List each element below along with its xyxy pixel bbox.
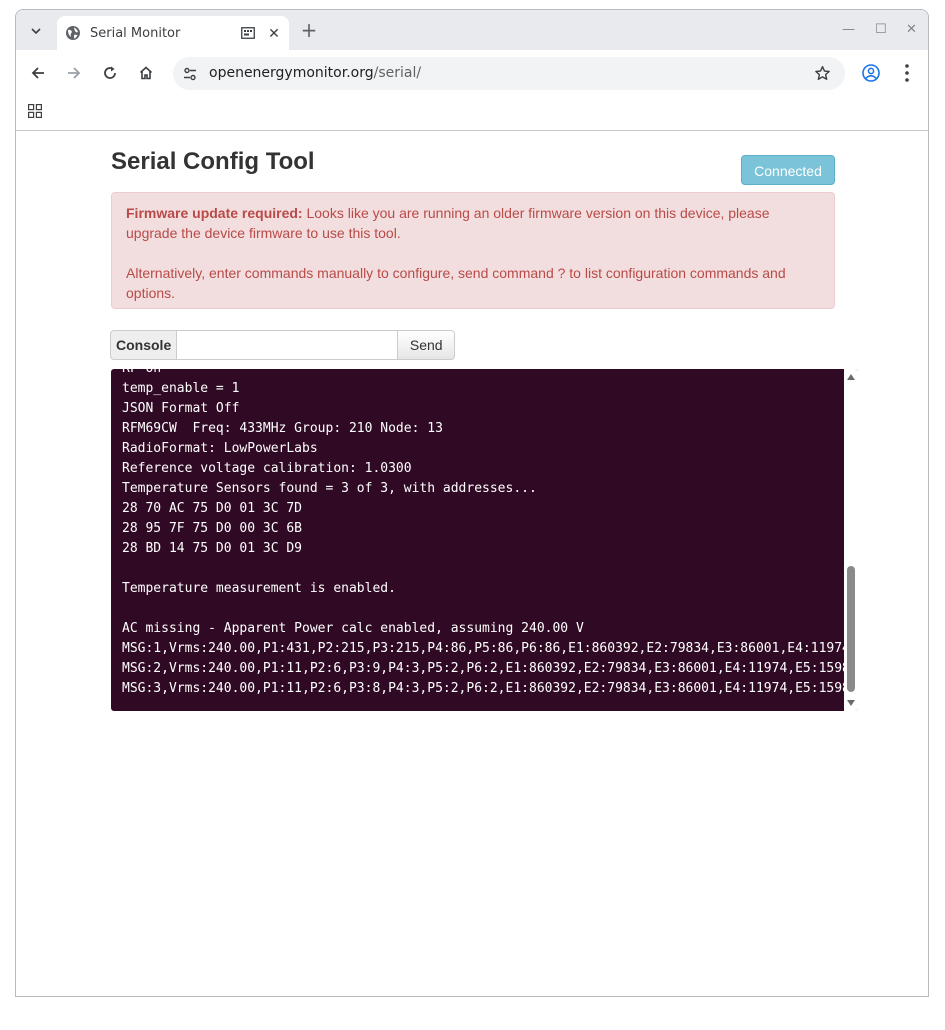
home-icon[interactable] — [135, 62, 157, 84]
firmware-alert: Firmware update required: Looks like you… — [111, 192, 835, 309]
url-text: openenergymonitor.org/serial/ — [209, 65, 421, 81]
console-row: Console Send — [110, 330, 456, 360]
serial-output-line: temp_enable = 1 — [122, 381, 240, 396]
tab-search-chevron-icon[interactable] — [22, 18, 50, 44]
tab-strip: Serial Monitor ✕ + — ☐ ✕ — [16, 10, 928, 50]
serial-output-line — [122, 559, 844, 579]
media-router-icon[interactable] — [241, 27, 255, 39]
connected-button[interactable]: Connected — [741, 155, 835, 185]
profile-icon[interactable] — [862, 64, 880, 82]
scrollbar[interactable] — [844, 369, 858, 711]
serial-output-line: 28 95 7F 75 D0 00 3C 6B — [122, 521, 303, 536]
serial-output-line: RFM69CW Freq: 433MHz Group: 210 Node: 13 — [122, 421, 443, 436]
serial-output-line: Temperature Sensors found = 3 of 3, with… — [122, 481, 537, 496]
console-input[interactable] — [177, 330, 398, 360]
url-path: /serial/ — [373, 65, 422, 81]
serial-output-line: RadioFormat: LowPowerLabs — [122, 441, 318, 456]
scroll-down-arrow-icon[interactable] — [847, 700, 855, 706]
serial-output-line: Temperature measurement is enabled. — [122, 581, 396, 596]
back-arrow-icon[interactable] — [27, 62, 49, 84]
new-tab-button[interactable]: + — [299, 20, 319, 40]
globe-icon — [66, 26, 80, 40]
reload-icon[interactable] — [99, 62, 121, 84]
serial-output-line: 28 70 AC 75 D0 01 3C 7D — [122, 501, 303, 516]
console-label: Console — [110, 330, 178, 360]
serial-output-line: JSON Format Off — [122, 401, 240, 416]
tab-serial-monitor[interactable]: Serial Monitor ✕ — [57, 16, 289, 50]
forward-arrow-icon[interactable] — [63, 62, 85, 84]
serial-output-line: Reference voltage calibration: 1.0300 — [122, 461, 412, 476]
bookmark-star-icon[interactable] — [814, 65, 831, 82]
page-title: Serial Config Tool — [111, 148, 315, 175]
serial-output[interactable]: RF on temp_enable = 1 JSON Format Off RFM69… — [111, 369, 858, 711]
browser-window: Serial Monitor ✕ + — ☐ ✕ openenergymonit… — [15, 9, 929, 997]
site-settings-icon[interactable] — [182, 66, 198, 82]
scrollbar-thumb[interactable] — [847, 566, 855, 692]
alert-message: Firmware update required: Looks like you… — [126, 203, 820, 243]
page-content: Serial Config Tool Connected Firmware up… — [16, 131, 928, 996]
address-bar[interactable]: openenergymonitor.org/serial/ — [173, 57, 845, 90]
send-button[interactable]: Send — [397, 330, 456, 360]
tab-close-icon[interactable]: ✕ — [267, 25, 281, 42]
serial-output-line: AC missing - Apparent Power calc enabled… — [122, 621, 584, 636]
maximize-icon[interactable]: ☐ — [875, 22, 887, 37]
alert-strong: Firmware update required: — [126, 205, 303, 221]
minimize-icon[interactable]: — — [842, 22, 855, 37]
serial-output-line: MSG:3,Vrms:240.00,P1:11,P2:6,P3:8,P4:3,P… — [122, 681, 844, 696]
apps-grid-icon[interactable] — [28, 104, 42, 118]
serial-output-line: MSG:2,Vrms:240.00,P1:11,P2:6,P3:9,P4:3,P… — [122, 661, 844, 676]
serial-output-line: RF on — [122, 369, 844, 379]
menu-kebab-icon[interactable] — [905, 64, 909, 82]
serial-output-line: MSG:1,Vrms:240.00,P1:431,P2:215,P3:215,P… — [122, 641, 844, 656]
window-close-icon[interactable]: ✕ — [906, 22, 917, 37]
serial-output-line: 28 BD 14 75 D0 01 3C D9 — [122, 541, 303, 556]
url-host: openenergymonitor.org — [209, 65, 374, 81]
serial-output-text: RF on temp_enable = 1 JSON Format Off RFM69… — [122, 369, 844, 699]
serial-output-line — [122, 599, 844, 619]
toolbar: openenergymonitor.org/serial/ — [16, 50, 928, 96]
alert-alternative: Alternatively, enter commands manually t… — [126, 265, 786, 301]
tab-title: Serial Monitor — [90, 25, 181, 41]
bookmarks-bar — [16, 96, 928, 131]
scroll-up-arrow-icon[interactable] — [847, 374, 855, 380]
